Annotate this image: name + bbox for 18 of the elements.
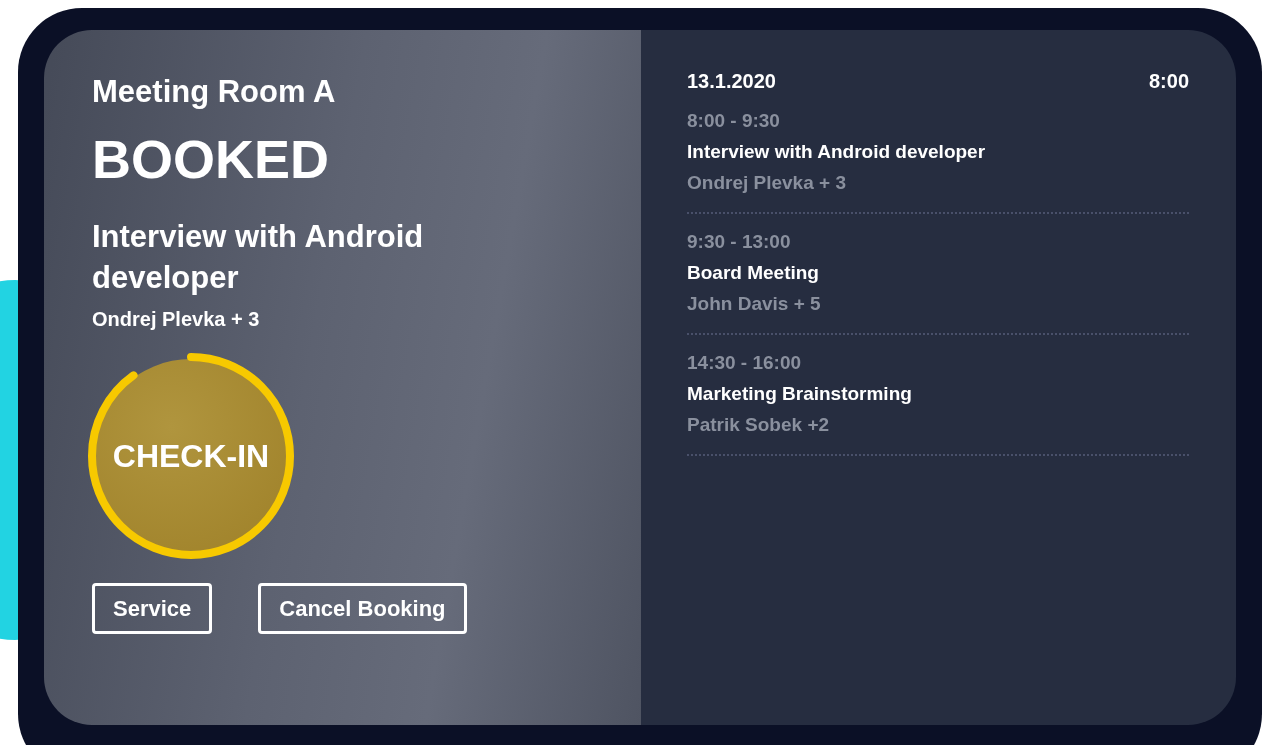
event-time: 14:30 - 16:00 <box>687 351 803 375</box>
date-label: 13.1.2020 <box>687 70 776 93</box>
action-button[interactable]: Cancel Booking <box>258 583 467 634</box>
event-attendees: Patrik Sobek +2 <box>687 413 831 437</box>
event-time: 9:30 - 13:00 <box>687 230 792 254</box>
event-attendees: Ondrej Plevka + 3 <box>687 171 847 195</box>
action-button[interactable]: Service <box>92 583 213 634</box>
meeting-organizer: Ondrej Plevka + 3 <box>92 308 261 331</box>
room-name: Meeting Room A <box>92 74 337 110</box>
room-status: BOOKED <box>92 128 330 190</box>
event-title: Marketing Brainstorming <box>687 382 913 406</box>
event-time: 8:00 - 9:30 <box>687 109 781 133</box>
check-in-button[interactable]: CHECK-IN <box>94 359 288 553</box>
event-title: Interview with Android developer <box>687 140 987 164</box>
meeting-title: Interview with Android developer <box>92 218 425 297</box>
event-attendees: John Davis + 5 <box>687 292 822 316</box>
event-title: Board Meeting <box>687 261 820 285</box>
clock-label: 8:00 <box>1148 70 1189 93</box>
